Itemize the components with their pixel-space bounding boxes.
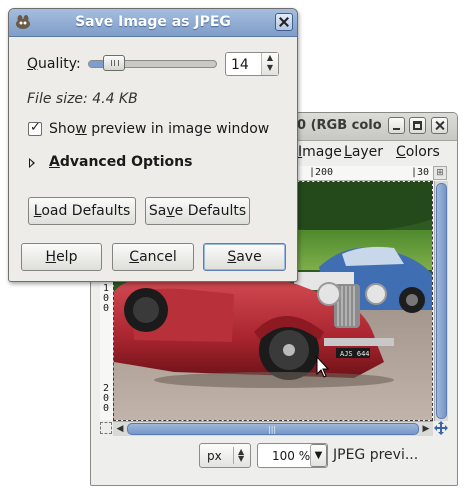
quality-label: Quality: <box>27 56 81 72</box>
save-jpeg-dialog: Save Image as JPEG Quality: 14 ▲ ▼ File s… <box>8 8 298 282</box>
scroll-left-arrow-icon[interactable]: ◀ <box>114 423 126 435</box>
dialog-title: Save Image as JPEG <box>75 14 231 30</box>
image-window-close-button[interactable] <box>431 117 448 134</box>
chevron-down-icon[interactable]: ▼ <box>310 444 327 467</box>
quality-value: 14 <box>231 57 249 73</box>
quality-spinbutton[interactable]: 14 ▲ ▼ <box>225 52 279 76</box>
advanced-options-label[interactable]: Advanced Options <box>49 154 192 170</box>
expander-arrow-icon[interactable] <box>29 158 35 168</box>
vertical-scrollbar[interactable] <box>434 181 448 421</box>
menu-colors[interactable]: Colors <box>396 144 440 160</box>
horizontal-scrollbar-thumb[interactable]: ||| <box>127 423 419 435</box>
dialog-close-button[interactable] <box>275 13 293 31</box>
minimize-button[interactable] <box>388 117 405 134</box>
ruler-v-digit: 0 <box>103 403 110 414</box>
vertical-scrollbar-thumb[interactable] <box>436 183 447 419</box>
show-preview-label[interactable]: Show preview in image window <box>49 121 269 137</box>
ruler-v-digit: 0 <box>103 303 110 314</box>
unit-spin-icon: ▲ ▼ <box>238 447 245 463</box>
save-defaults-button[interactable]: Save Defaults <box>145 197 250 225</box>
horizontal-scrollbar[interactable]: ◀ ||| ▶ <box>113 421 433 436</box>
ruler-h-label: |200 <box>309 167 334 178</box>
spin-arrows-icon[interactable]: ▲ ▼ <box>261 53 278 75</box>
quick-mask-toggle-icon[interactable] <box>100 422 112 434</box>
navigate-move-icon[interactable] <box>434 421 448 435</box>
ruler-h-label: |30 <box>411 167 430 178</box>
image-window-title: 0 (RGB colo <box>297 118 381 133</box>
scrollbar-grip-icon: ||| <box>268 425 277 434</box>
unit-selector[interactable]: px ▲ ▼ <box>199 443 251 468</box>
save-button[interactable]: Save <box>203 243 286 271</box>
cancel-button[interactable]: Cancel <box>112 243 194 271</box>
maximize-button[interactable] <box>409 117 426 134</box>
load-defaults-button[interactable]: Load Defaults <box>28 197 136 225</box>
unit-value: px <box>207 449 222 463</box>
status-message: JPEG previ... <box>333 447 419 463</box>
zoom-value: 100 % <box>272 449 311 463</box>
menu-layer[interactable]: Layer <box>344 144 383 160</box>
svg-text:AJS 644: AJS 644 <box>340 350 370 358</box>
file-size-label: File size: 4.4 KB <box>27 91 138 107</box>
show-preview-checkbox[interactable] <box>28 120 42 136</box>
help-button[interactable]: Help <box>21 243 102 271</box>
dialog-titlebar[interactable]: Save Image as JPEG <box>9 9 297 37</box>
status-bar: px ▲ ▼ 100 % ▼ JPEG previ... <box>91 441 457 471</box>
navigate-icon[interactable]: ⊞ <box>433 166 447 180</box>
menu-image[interactable]: Image <box>298 144 342 160</box>
quality-slider-handle[interactable] <box>103 55 125 71</box>
scroll-right-arrow-icon[interactable]: ▶ <box>420 423 432 435</box>
quality-slider[interactable] <box>88 55 217 72</box>
zoom-selector[interactable]: 100 % ▼ <box>257 443 328 468</box>
